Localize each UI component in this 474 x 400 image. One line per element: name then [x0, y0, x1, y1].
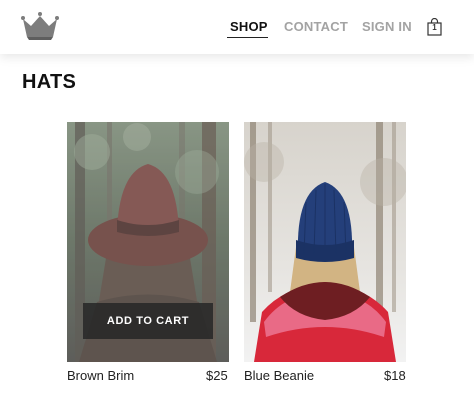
nav-shop-link[interactable]: SHOP [230, 19, 268, 34]
nav-active-underline [227, 37, 268, 38]
product-name: Brown Brim [67, 368, 135, 383]
cart-count: 1 [432, 23, 437, 32]
product-card-blue-beanie[interactable] [244, 122, 406, 362]
site-header: SHOP CONTACT SIGN IN 1 [0, 0, 474, 54]
add-to-cart-button[interactable]: ADD TO CART [83, 303, 213, 339]
product-price: $25 [206, 368, 228, 383]
crown-icon[interactable] [21, 9, 59, 41]
product-price: $18 [384, 368, 406, 383]
product-image-blue-beanie [244, 122, 406, 362]
product-card-brown-brim[interactable]: ADD TO CART [67, 122, 229, 362]
nav-sign-in-link[interactable]: SIGN IN [362, 19, 412, 34]
nav-contact-link[interactable]: CONTACT [284, 19, 348, 34]
page-title: HATS [22, 71, 77, 93]
product-name: Blue Beanie [244, 368, 315, 383]
